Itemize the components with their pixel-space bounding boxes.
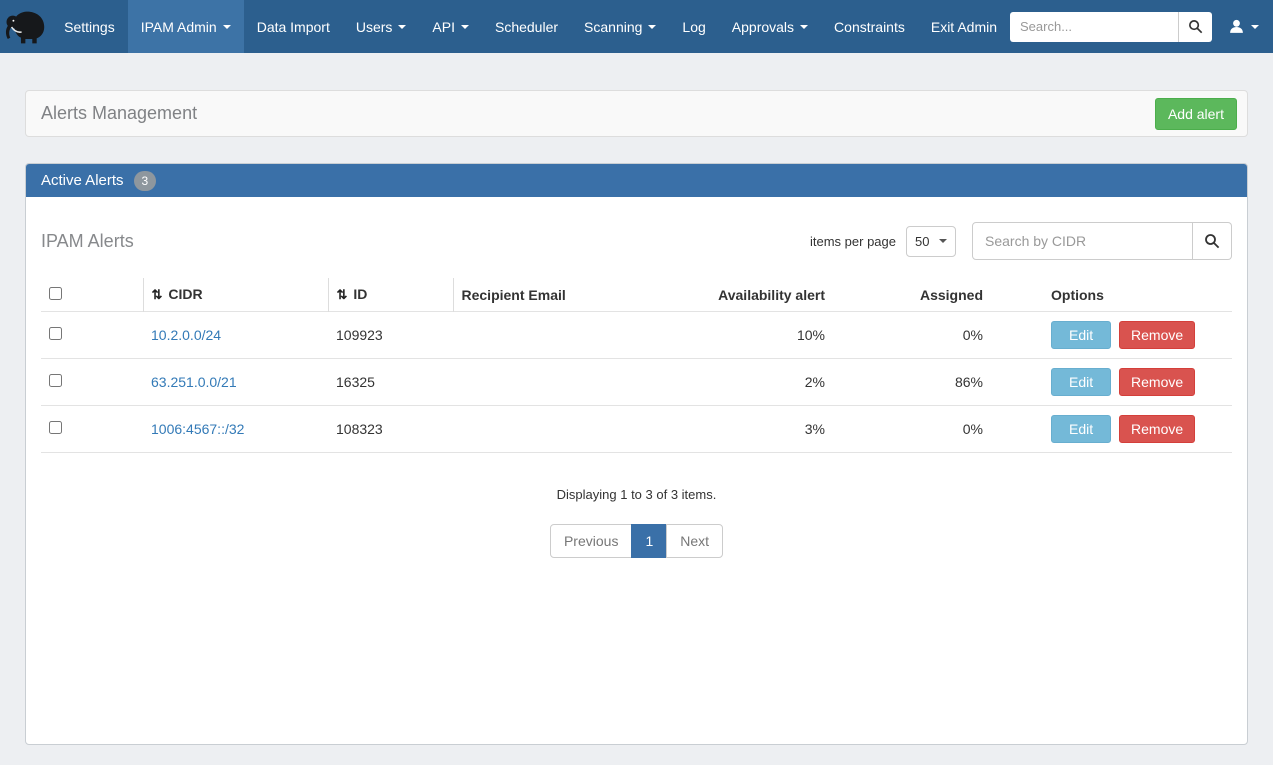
cidr-search-button[interactable] — [1193, 222, 1232, 260]
mammoth-logo[interactable] — [0, 0, 51, 53]
alert-count-badge: 3 — [134, 171, 157, 191]
page-header: Alerts Management Add alert — [25, 90, 1248, 137]
remove-button[interactable]: Remove — [1119, 321, 1195, 349]
cidr-link[interactable]: 63.251.0.0/21 — [151, 374, 237, 390]
search-icon — [1204, 233, 1220, 249]
items-per-page-select[interactable]: 50 — [906, 226, 956, 257]
nav-item-data-import[interactable]: Data Import — [244, 0, 343, 53]
nav-item-approvals[interactable]: Approvals — [719, 0, 821, 53]
display-info: Displaying 1 to 3 of 3 items. — [41, 487, 1232, 502]
panel-heading: Active Alerts 3 — [26, 164, 1247, 197]
pagination: Previous 1 Next — [41, 524, 1232, 558]
pagination-previous[interactable]: Previous — [550, 524, 632, 558]
email-cell — [453, 406, 703, 453]
edit-button[interactable]: Edit — [1051, 321, 1111, 349]
cidr-link[interactable]: 10.2.0.0/24 — [151, 327, 221, 343]
page-title: Alerts Management — [41, 103, 197, 124]
column-header-cidr[interactable]: ⇅CIDR — [143, 278, 328, 312]
remove-button[interactable]: Remove — [1119, 415, 1195, 443]
column-header-id[interactable]: ⇅ID — [328, 278, 453, 312]
user-icon — [1228, 18, 1245, 35]
edit-button[interactable]: Edit — [1051, 415, 1111, 443]
navbar: Settings IPAM Admin Data Import Users AP… — [0, 0, 1273, 53]
email-cell — [453, 359, 703, 406]
main-menu: Settings IPAM Admin Data Import Users AP… — [51, 0, 1010, 53]
active-alerts-panel: Active Alerts 3 IPAM Alerts items per pa… — [25, 163, 1248, 745]
items-per-page-label: items per page — [810, 234, 896, 249]
nav-item-users[interactable]: Users — [343, 0, 420, 53]
alerts-table: ⇅CIDR ⇅ID Recipient Email Availability a… — [41, 278, 1232, 453]
caret-down-icon — [1251, 25, 1259, 29]
search-icon — [1188, 19, 1203, 34]
nav-item-settings[interactable]: Settings — [51, 0, 128, 53]
cidr-search-input[interactable] — [972, 222, 1193, 260]
sort-icon: ⇅ — [152, 287, 163, 302]
id-cell: 108323 — [328, 406, 453, 453]
navbar-right — [1010, 0, 1273, 53]
user-menu[interactable] — [1228, 18, 1259, 35]
mammoth-icon — [4, 8, 48, 46]
cidr-search-group — [972, 222, 1232, 260]
nav-item-scanning[interactable]: Scanning — [571, 0, 669, 53]
panel-body: IPAM Alerts items per page 50 — [26, 197, 1247, 744]
id-cell: 16325 — [328, 359, 453, 406]
pagination-next[interactable]: Next — [666, 524, 723, 558]
id-cell: 109923 — [328, 312, 453, 359]
availability-cell: 2% — [703, 359, 833, 406]
edit-button[interactable]: Edit — [1051, 368, 1111, 396]
table-heading: IPAM Alerts — [41, 231, 134, 252]
remove-button[interactable]: Remove — [1119, 368, 1195, 396]
caret-down-icon — [939, 239, 947, 243]
navbar-search-button[interactable] — [1178, 12, 1212, 42]
nav-item-scheduler[interactable]: Scheduler — [482, 0, 571, 53]
table-row: 63.251.0.0/21 16325 2% 86% Edit Remove — [41, 359, 1232, 406]
select-all-checkbox[interactable] — [49, 287, 62, 300]
sort-icon: ⇅ — [337, 287, 348, 302]
nav-item-exit-admin[interactable]: Exit Admin — [918, 0, 1010, 53]
caret-down-icon — [648, 25, 656, 29]
assigned-cell: 0% — [833, 312, 991, 359]
caret-down-icon — [800, 25, 808, 29]
nav-item-api[interactable]: API — [419, 0, 482, 53]
row-checkbox[interactable] — [49, 421, 62, 434]
availability-cell: 3% — [703, 406, 833, 453]
toolbar-right: items per page 50 — [810, 222, 1232, 260]
caret-down-icon — [398, 25, 406, 29]
row-checkbox[interactable] — [49, 327, 62, 340]
column-header-assigned: Assigned — [833, 278, 991, 312]
add-alert-button[interactable]: Add alert — [1155, 98, 1237, 130]
table-toolbar: IPAM Alerts items per page 50 — [41, 222, 1232, 260]
panel-title: Active Alerts — [41, 172, 124, 189]
nav-item-ipam-admin[interactable]: IPAM Admin — [128, 0, 244, 53]
table-row: 10.2.0.0/24 109923 10% 0% Edit Remove — [41, 312, 1232, 359]
column-header-email: Recipient Email — [453, 278, 703, 312]
row-checkbox[interactable] — [49, 374, 62, 387]
nav-item-constraints[interactable]: Constraints — [821, 0, 918, 53]
email-cell — [453, 312, 703, 359]
assigned-cell: 86% — [833, 359, 991, 406]
navbar-search-input[interactable] — [1010, 12, 1178, 42]
caret-down-icon — [461, 25, 469, 29]
column-header-options: Options — [991, 278, 1232, 312]
items-per-page-value: 50 — [915, 234, 929, 249]
availability-cell: 10% — [703, 312, 833, 359]
cidr-link[interactable]: 1006:4567::/32 — [151, 421, 244, 437]
pagination-page-1[interactable]: 1 — [631, 524, 667, 558]
column-header-availability: Availability alert — [703, 278, 833, 312]
table-header-row: ⇅CIDR ⇅ID Recipient Email Availability a… — [41, 278, 1232, 312]
assigned-cell: 0% — [833, 406, 991, 453]
nav-item-log[interactable]: Log — [669, 0, 718, 53]
table-row: 1006:4567::/32 108323 3% 0% Edit Remove — [41, 406, 1232, 453]
caret-down-icon — [223, 25, 231, 29]
